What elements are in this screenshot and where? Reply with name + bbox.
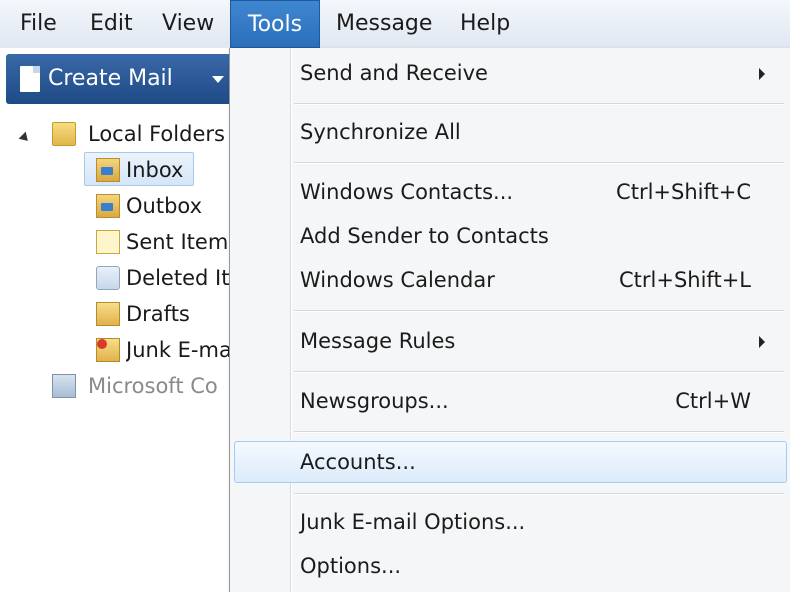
tree-item-deleted-items[interactable]: Deleted It: [126, 261, 230, 295]
menu-item-label: Synchronize All: [300, 120, 461, 144]
submenu-arrow-icon: [759, 68, 765, 80]
menu-tools[interactable]: Tools: [230, 0, 320, 48]
menu-item-add-sender-to-contacts[interactable]: Add Sender to Contacts: [234, 216, 787, 256]
drafts-icon: [96, 302, 120, 326]
menu-item-shortcut: Ctrl+Shift+C: [616, 180, 751, 204]
menu-item-label: Send and Receive: [300, 61, 488, 85]
deleted-items-icon: [96, 266, 120, 290]
menu-item-newsgroups[interactable]: Newsgroups... Ctrl+W: [234, 381, 787, 421]
create-mail-button[interactable]: Create Mail: [6, 54, 234, 104]
menu-item-send-and-receive[interactable]: Send and Receive: [234, 53, 787, 93]
tree-item-label: Microsoft Co: [88, 374, 218, 398]
menu-separator: [294, 162, 784, 164]
menu-item-windows-calendar[interactable]: Windows Calendar Ctrl+Shift+L: [234, 260, 787, 300]
communities-icon: [52, 374, 76, 398]
menu-item-label: Add Sender to Contacts: [300, 224, 549, 248]
menu-separator: [294, 310, 784, 312]
tree-item-junk-email[interactable]: Junk E-ma: [126, 333, 230, 367]
inbox-icon: [96, 158, 120, 182]
menu-item-label: Windows Calendar: [300, 268, 495, 292]
menu-item-message-rules[interactable]: Message Rules: [234, 321, 787, 361]
menu-item-windows-contacts[interactable]: Windows Contacts... Ctrl+Shift+C: [234, 172, 787, 212]
menu-item-label: Windows Contacts...: [300, 180, 514, 204]
menu-message[interactable]: Message: [330, 0, 438, 48]
menu-separator: [294, 493, 784, 495]
menu-item-label: Junk E-mail Options...: [300, 510, 526, 534]
menu-item-accounts[interactable]: Accounts...: [234, 441, 787, 483]
menu-edit[interactable]: Edit: [84, 0, 139, 48]
menu-item-label: Message Rules: [300, 329, 456, 353]
menu-help[interactable]: Help: [454, 0, 516, 48]
menu-item-options[interactable]: Options...: [234, 546, 787, 586]
menu-item-synchronize-all[interactable]: Synchronize All: [234, 112, 787, 152]
tree-item-label: Deleted It: [126, 266, 230, 290]
menu-separator: [294, 431, 784, 433]
submenu-arrow-icon: [759, 336, 765, 348]
tree-item-sent-items[interactable]: Sent Item: [126, 225, 230, 259]
tools-menu: Send and Receive Synchronize All Windows…: [229, 48, 790, 592]
menu-item-label: Newsgroups...: [300, 389, 449, 413]
tree-item-label: Sent Item: [126, 230, 229, 254]
tree-item-label: Drafts: [126, 302, 190, 326]
menu-item-shortcut: Ctrl+Shift+L: [619, 268, 751, 292]
menu-view[interactable]: View: [156, 0, 220, 48]
new-mail-icon: [20, 66, 40, 92]
menu-item-label: Options...: [300, 554, 402, 578]
menu-bar: File Edit View Tools Message Help: [0, 0, 790, 49]
menu-item-junk-email-options[interactable]: Junk E-mail Options...: [234, 502, 787, 542]
create-mail-label: Create Mail: [48, 66, 173, 91]
menu-item-shortcut: Ctrl+W: [675, 389, 751, 413]
menu-separator: [294, 371, 784, 373]
menu-item-label: Accounts...: [300, 450, 416, 474]
menu-file[interactable]: File: [14, 0, 63, 48]
tree-item-label: Inbox: [126, 158, 184, 182]
tree-item-label: Junk E-ma: [126, 338, 230, 362]
tree-item-microsoft-communities[interactable]: Microsoft Co: [88, 369, 230, 403]
chevron-down-icon[interactable]: [212, 76, 224, 83]
folder-icon: [52, 122, 76, 146]
tree-item-label: Outbox: [126, 194, 203, 218]
junk-mail-icon: [96, 338, 120, 362]
menu-separator: [294, 103, 784, 105]
tree-item-label: Local Folders: [88, 122, 225, 146]
sent-items-icon: [96, 230, 120, 254]
outbox-icon: [96, 194, 120, 218]
